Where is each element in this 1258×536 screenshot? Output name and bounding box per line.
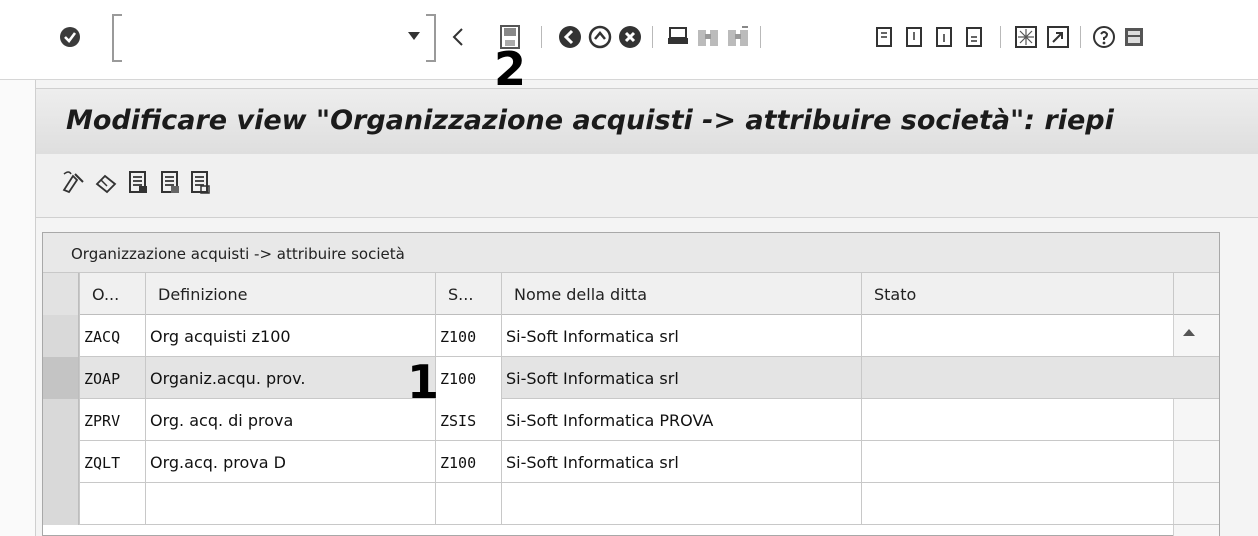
table-header-row: O... Definizione S... Nome della ditta S…	[43, 273, 1219, 343]
cell-stato	[861, 399, 1173, 441]
previous-page-icon[interactable]	[900, 23, 928, 51]
next-page-icon[interactable]	[930, 23, 958, 51]
cell-stato	[861, 483, 1173, 525]
shortcut-icon[interactable]	[1044, 23, 1072, 51]
cell-org[interactable]: ZQLT	[79, 441, 145, 483]
callout-number-1: 1	[407, 355, 440, 409]
cell-nome-ditta: Si-Soft Informatica srl	[501, 357, 861, 399]
callout-number-2: 2	[494, 42, 527, 96]
left-margin	[0, 80, 36, 536]
row-selector[interactable]	[43, 441, 79, 483]
cell-stato	[861, 357, 1173, 399]
cell-stato	[861, 441, 1173, 483]
column-header-nome-ditta[interactable]: Nome della ditta	[501, 273, 861, 315]
command-history-dropdown-icon[interactable]	[408, 32, 420, 40]
cell-societa[interactable]: ZSIS	[435, 399, 501, 441]
table-row[interactable]: ZACQ Org acquisti z100 Z100 Si-Soft Info…	[43, 315, 1219, 357]
cell-definizione[interactable]: Org. acq. di prova	[145, 399, 435, 441]
table-row[interactable]: ZQLT Org.acq. prova D Z100 Si-Soft Infor…	[43, 441, 1219, 483]
column-header-org[interactable]: O...	[79, 273, 145, 315]
toolbar-separator	[1080, 26, 1081, 48]
display-change-icon[interactable]	[60, 168, 88, 196]
cell-nome-ditta: Si-Soft Informatica PROVA	[501, 399, 861, 441]
first-page-icon[interactable]	[870, 23, 898, 51]
cell-definizione[interactable]: Org.acq. prova D	[145, 441, 435, 483]
toolbar-separator	[1000, 26, 1001, 48]
cell-definizione[interactable]	[145, 483, 435, 525]
toolbar-separator	[760, 26, 761, 48]
cell-org[interactable]: ZOAP	[79, 357, 145, 399]
table-caption: Organizzazione acquisti -> attribuire so…	[43, 233, 1219, 273]
cancel-icon[interactable]	[616, 23, 644, 51]
cell-stato	[861, 315, 1173, 357]
table-control: Organizzazione acquisti -> attribuire so…	[42, 232, 1220, 536]
cell-definizione[interactable]: Org acquisti z100	[145, 315, 435, 357]
create-session-icon[interactable]	[1012, 23, 1040, 51]
find-icon[interactable]	[694, 23, 722, 51]
back-icon[interactable]	[556, 23, 584, 51]
column-settings-header	[1173, 273, 1219, 315]
column-header-stato[interactable]: Stato	[861, 273, 1173, 315]
cell-nome-ditta	[501, 483, 861, 525]
last-page-icon[interactable]	[960, 23, 988, 51]
command-input[interactable]	[118, 24, 410, 54]
cell-societa[interactable]: Z100	[435, 315, 501, 357]
row-selector[interactable]	[43, 315, 79, 357]
page-title: Modificare view "Organizzazione acquisti…	[66, 105, 1114, 136]
print-icon[interactable]	[664, 23, 692, 51]
row-selector[interactable]	[43, 357, 79, 399]
select-all-rows-button[interactable]	[43, 273, 79, 315]
cell-org[interactable]: ZPRV	[79, 399, 145, 441]
cell-org[interactable]	[79, 483, 145, 525]
row-selector[interactable]	[43, 483, 79, 525]
enter-checkmark-icon[interactable]	[56, 23, 84, 51]
find-next-icon[interactable]	[724, 23, 752, 51]
cell-societa[interactable]	[435, 483, 501, 525]
command-field[interactable]	[112, 14, 436, 62]
command-field-bracket-right	[426, 14, 436, 62]
column-header-definizione[interactable]: Definizione	[145, 273, 435, 315]
table-area: Organizzazione acquisti -> attribuire so…	[36, 218, 1258, 536]
help-icon[interactable]	[1090, 23, 1118, 51]
cell-societa[interactable]: Z100	[435, 441, 501, 483]
application-toolbar	[36, 154, 1258, 218]
toolbar-separator	[541, 26, 542, 48]
exit-icon[interactable]	[586, 23, 614, 51]
back-arrow-icon[interactable]	[444, 23, 472, 51]
undo-change-icon[interactable]	[92, 168, 120, 196]
cell-definizione[interactable]: Organiz.acqu. prov.	[145, 357, 435, 399]
row-selector[interactable]	[43, 399, 79, 441]
system-toolbar: 2	[0, 0, 1258, 92]
title-bar: Modificare view "Organizzazione acquisti…	[36, 88, 1258, 154]
select-block-icon[interactable]	[156, 168, 184, 196]
toolbar-separator	[652, 26, 653, 48]
select-all-icon[interactable]	[124, 168, 152, 196]
cell-nome-ditta: Si-Soft Informatica srl	[501, 315, 861, 357]
sap-window: 2 Modificare view "Organizzazione acquis…	[0, 0, 1258, 536]
customize-layout-icon[interactable]	[1120, 23, 1148, 51]
table-row[interactable]: ZOAP Organiz.acqu. prov. Z100 Si-Soft In…	[43, 357, 1219, 399]
column-header-societa[interactable]: S...	[435, 273, 501, 315]
cell-societa[interactable]: Z100	[435, 357, 501, 399]
table-row[interactable]	[43, 483, 1219, 525]
table-row[interactable]: ZPRV Org. acq. di prova ZSIS Si-Soft Inf…	[43, 399, 1219, 441]
cell-org[interactable]: ZACQ	[79, 315, 145, 357]
cell-nome-ditta: Si-Soft Informatica srl	[501, 441, 861, 483]
deselect-all-icon[interactable]	[186, 168, 214, 196]
